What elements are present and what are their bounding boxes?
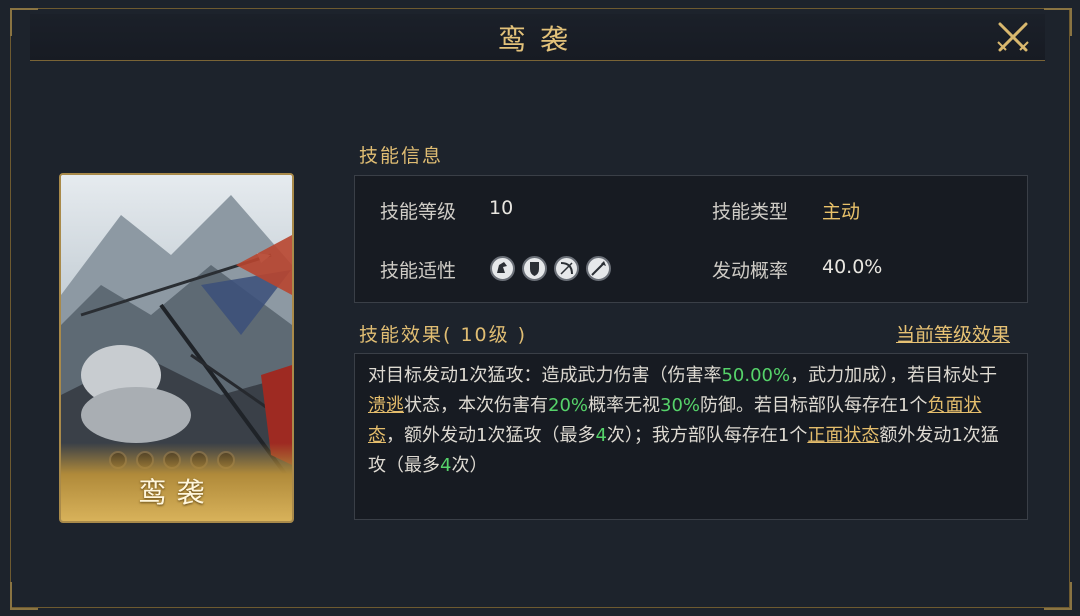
description-text: ，武力加成），若目标处于 <box>790 365 998 386</box>
frame-corner-bl <box>10 582 38 610</box>
description-text: ，额外发动1次猛攻（最多 <box>386 425 596 446</box>
cavalry-icon[interactable] <box>490 256 515 281</box>
skill-level-label: 技能等级 <box>380 201 457 223</box>
trigger-chance-label: 发动概率 <box>712 260 789 282</box>
skill-level-value: 10 <box>489 197 514 219</box>
dialog-title: 鸾袭 <box>497 23 582 56</box>
description-text: 概率无视 <box>588 395 661 416</box>
card-skill-name: 鸾袭 <box>138 476 215 509</box>
spear-icon[interactable] <box>586 256 611 281</box>
frame-corner-br <box>1044 582 1072 610</box>
skill-effect-heading: 技能效果( 10级 ) <box>359 324 528 346</box>
description-text: 状态，本次伤害有 <box>404 395 548 416</box>
frame-top-line <box>10 8 1070 9</box>
description-text: 对目标发动1次猛攻：造成武力伤害（伤害率 <box>368 365 722 386</box>
highlight-value: 50.00% <box>721 365 791 386</box>
description-text: 次） <box>451 455 488 476</box>
bow-icon[interactable] <box>554 256 579 281</box>
highlight-value: 4 <box>440 455 452 476</box>
description-text: 次）；我方部队每存在1个 <box>606 425 808 446</box>
highlight-value: 4 <box>595 425 607 446</box>
frame-right-line <box>1069 8 1070 608</box>
frame-bottom-line <box>10 607 1070 608</box>
skill-info-panel <box>354 175 1028 303</box>
close-button[interactable] <box>992 16 1034 58</box>
skill-card: 鸾袭 <box>59 173 294 523</box>
shield-icon[interactable] <box>522 256 547 281</box>
description-text: 防御。若目标部队每存在1个 <box>700 395 928 416</box>
highlight-value: 30% <box>660 395 701 416</box>
skill-type-value: 主动 <box>822 201 861 223</box>
current-level-effect-link[interactable]: 当前等级效果 <box>896 320 1010 347</box>
frame-left-line <box>10 8 11 608</box>
status-term-link[interactable]: 正面状态 <box>807 425 879 446</box>
highlight-value: 20% <box>548 395 589 416</box>
crossed-swords-close-icon <box>997 22 1029 52</box>
skill-info-heading: 技能信息 <box>359 145 444 167</box>
status-term-link[interactable]: 溃逃 <box>368 395 404 416</box>
skill-effect-description: 对目标发动1次猛攻：造成武力伤害（伤害率50.00%，武力加成），若目标处于溃逃… <box>368 361 1013 481</box>
skill-affinity-label: 技能适性 <box>380 260 457 282</box>
trigger-chance-value: 40.0% <box>822 256 883 278</box>
skill-type-label: 技能类型 <box>712 201 789 223</box>
